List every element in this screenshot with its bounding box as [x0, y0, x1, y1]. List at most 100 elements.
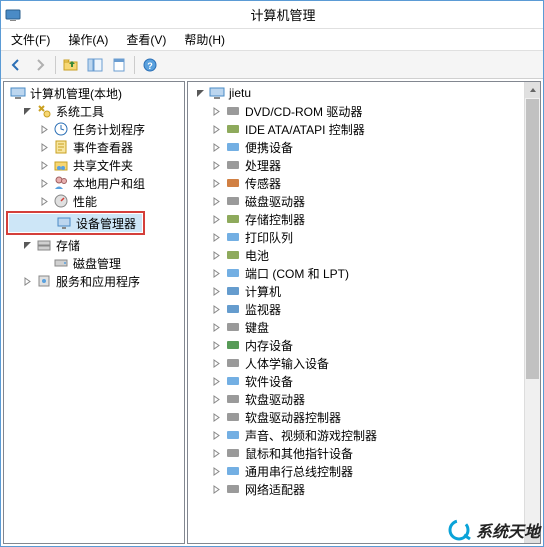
expand-icon[interactable] [38, 177, 51, 190]
menu-file[interactable]: 文件(F) [7, 29, 54, 50]
device-category[interactable]: 人体学输入设备 [190, 354, 522, 372]
expand-icon[interactable] [210, 231, 223, 244]
expand-icon[interactable] [210, 141, 223, 154]
tree-label: 人体学输入设备 [243, 355, 331, 372]
device-category[interactable]: 软盘驱动器控制器 [190, 408, 522, 426]
expand-icon[interactable] [210, 177, 223, 190]
collapse-icon[interactable] [21, 105, 34, 118]
tree-group-services[interactable]: 服务和应用程序 [6, 272, 182, 290]
expand-icon[interactable] [210, 411, 223, 424]
expand-icon[interactable] [210, 159, 223, 172]
tree-label: 任务计划程序 [71, 121, 147, 138]
device-category[interactable]: 端口 (COM 和 LPT) [190, 264, 522, 282]
forward-button[interactable] [29, 54, 51, 76]
expand-icon[interactable] [210, 123, 223, 136]
expand-icon[interactable] [210, 303, 223, 316]
toolbar: ? [1, 51, 543, 79]
tree-label: 计算机 [243, 283, 283, 300]
menu-help[interactable]: 帮助(H) [180, 29, 229, 50]
left-tree: 计算机管理(本地) 系统工具 任务计划程序 事件查看器 [4, 82, 184, 292]
app-icon [5, 7, 21, 23]
device-category[interactable]: 打印队列 [190, 228, 522, 246]
back-button[interactable] [5, 54, 27, 76]
expand-icon[interactable] [210, 213, 223, 226]
device-category[interactable]: IDE ATA/ATAPI 控制器 [190, 120, 522, 138]
device-icon [225, 157, 241, 173]
watermark: 系统天地 [446, 517, 540, 543]
scroll-thumb[interactable] [526, 99, 539, 379]
collapse-icon[interactable] [21, 239, 34, 252]
expand-icon[interactable] [210, 483, 223, 496]
tree-item-event-viewer[interactable]: 事件查看器 [6, 138, 182, 156]
device-icon [225, 139, 241, 155]
device-category[interactable]: 鼠标和其他指针设备 [190, 444, 522, 462]
expand-icon[interactable] [210, 357, 223, 370]
device-category[interactable]: 软件设备 [190, 372, 522, 390]
scroll-up-button[interactable] [525, 82, 540, 98]
expand-icon[interactable] [38, 141, 51, 154]
device-category[interactable]: 便携设备 [190, 138, 522, 156]
device-category[interactable]: 处理器 [190, 156, 522, 174]
left-pane: 计算机管理(本地) 系统工具 任务计划程序 事件查看器 [3, 81, 185, 544]
expand-icon[interactable] [210, 393, 223, 406]
properties-button[interactable] [108, 54, 130, 76]
expand-icon[interactable] [210, 105, 223, 118]
tree-item-performance[interactable]: 性能 [6, 192, 182, 210]
tree-item-task-scheduler[interactable]: 任务计划程序 [6, 120, 182, 138]
tree-label: 磁盘管理 [71, 255, 123, 272]
expand-icon[interactable] [21, 275, 34, 288]
help-button[interactable]: ? [139, 54, 161, 76]
device-category[interactable]: 计算机 [190, 282, 522, 300]
performance-icon [53, 193, 69, 209]
device-category[interactable]: 通用串行总线控制器 [190, 462, 522, 480]
tree-item-local-users[interactable]: 本地用户和组 [6, 174, 182, 192]
tree-item-disk-mgmt[interactable]: 磁盘管理 [6, 254, 182, 272]
show-hide-button[interactable] [84, 54, 106, 76]
expand-icon[interactable] [210, 195, 223, 208]
device-icon [225, 463, 241, 479]
tree-root[interactable]: 计算机管理(本地) [6, 84, 182, 102]
device-category[interactable]: 存储控制器 [190, 210, 522, 228]
tree-label: 传感器 [243, 175, 283, 192]
device-root[interactable]: jietu [190, 84, 522, 102]
expand-icon[interactable] [210, 285, 223, 298]
watermark-text: 系统天地 [476, 518, 540, 542]
device-manager-icon [56, 215, 72, 231]
collapse-icon[interactable] [194, 87, 207, 100]
device-category[interactable]: 传感器 [190, 174, 522, 192]
expand-icon[interactable] [210, 267, 223, 280]
menu-action[interactable]: 操作(A) [64, 29, 112, 50]
up-folder-button[interactable] [60, 54, 82, 76]
window-title: 计算机管理 [27, 5, 539, 24]
device-category[interactable]: 内存设备 [190, 336, 522, 354]
device-category[interactable]: 声音、视频和游戏控制器 [190, 426, 522, 444]
tree-group-storage[interactable]: 存储 [6, 236, 182, 254]
svg-text:?: ? [147, 61, 153, 71]
device-category[interactable]: 磁盘驱动器 [190, 192, 522, 210]
tree-item-shared-folders[interactable]: 共享文件夹 [6, 156, 182, 174]
expand-icon[interactable] [210, 465, 223, 478]
expand-icon[interactable] [210, 339, 223, 352]
tree-label: 存储 [54, 237, 82, 254]
menu-view[interactable]: 查看(V) [122, 29, 170, 50]
vertical-scrollbar[interactable] [524, 82, 540, 543]
device-category[interactable]: DVD/CD-ROM 驱动器 [190, 102, 522, 120]
device-icon [225, 175, 241, 191]
tree-item-device-manager[interactable]: 设备管理器 [9, 214, 142, 232]
device-category[interactable]: 软盘驱动器 [190, 390, 522, 408]
expand-icon[interactable] [38, 123, 51, 136]
expand-icon[interactable] [210, 447, 223, 460]
expand-icon[interactable] [210, 321, 223, 334]
expand-icon[interactable] [38, 195, 51, 208]
expand-icon[interactable] [210, 429, 223, 442]
expand-icon[interactable] [210, 249, 223, 262]
expand-icon[interactable] [210, 375, 223, 388]
device-category[interactable]: 监视器 [190, 300, 522, 318]
watermark-icon [446, 517, 472, 543]
tree-label: 软盘驱动器控制器 [243, 409, 343, 426]
device-category[interactable]: 电池 [190, 246, 522, 264]
device-category[interactable]: 键盘 [190, 318, 522, 336]
expand-icon[interactable] [38, 159, 51, 172]
device-category[interactable]: 网络适配器 [190, 480, 522, 498]
tree-group-system-tools[interactable]: 系统工具 [6, 102, 182, 120]
